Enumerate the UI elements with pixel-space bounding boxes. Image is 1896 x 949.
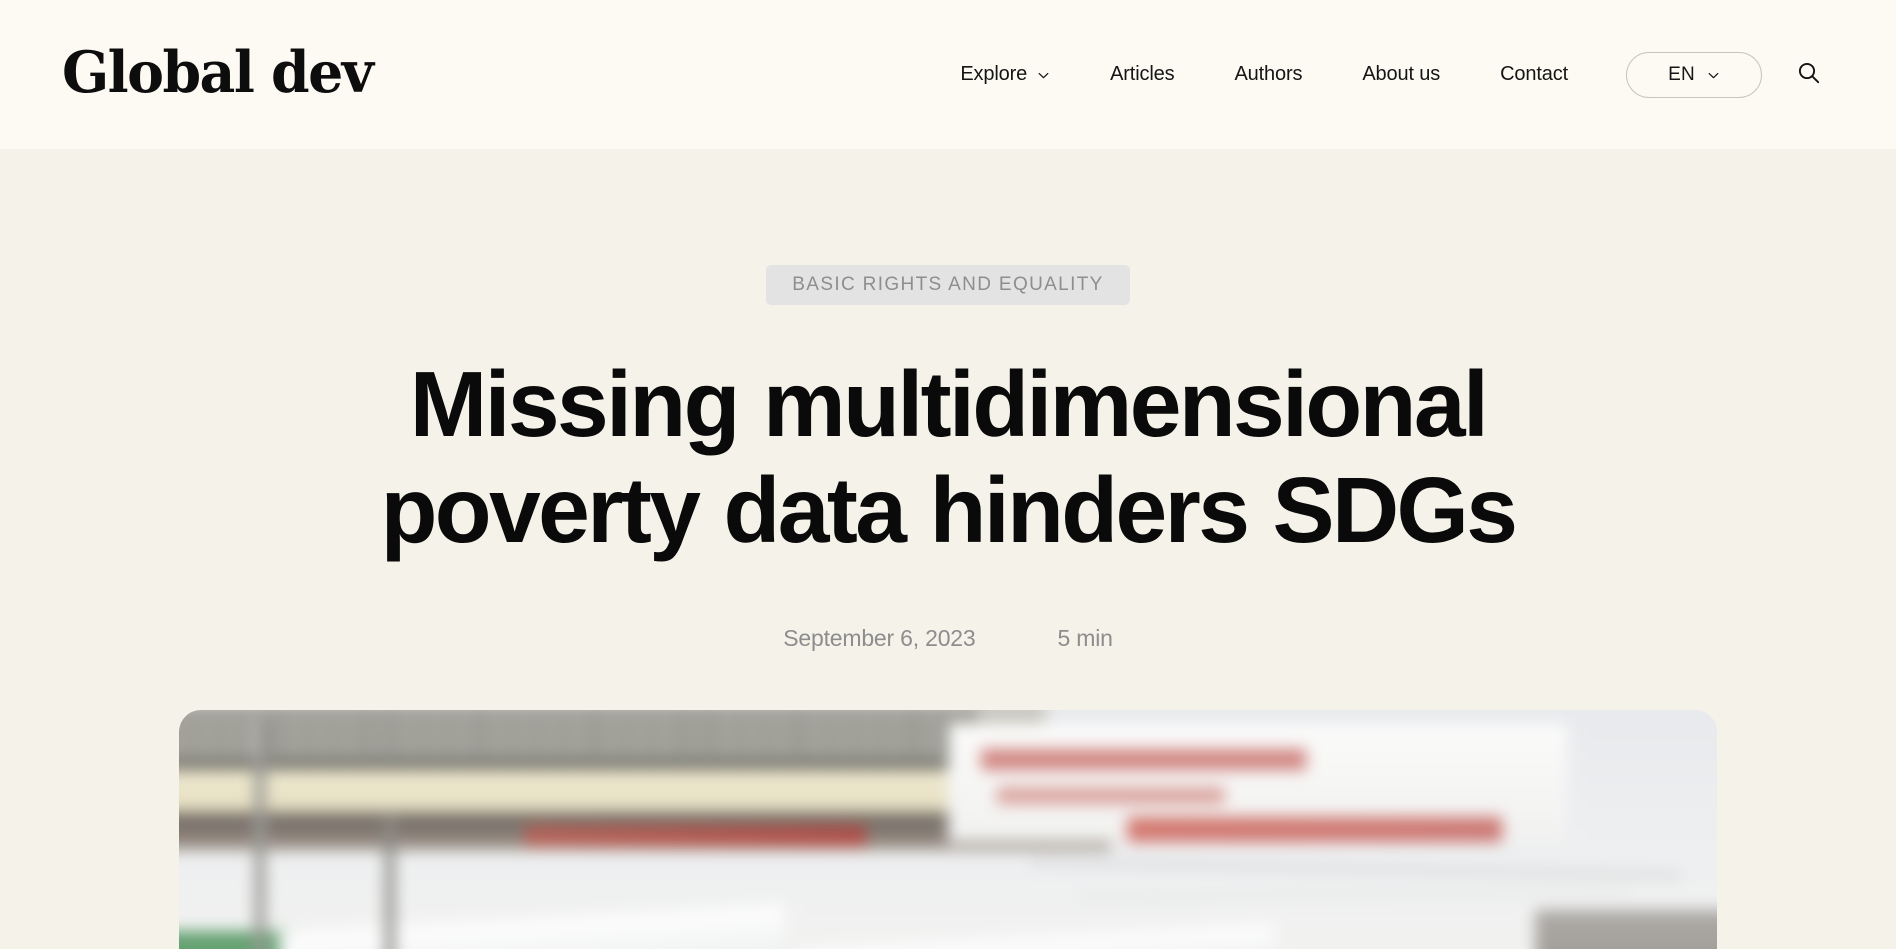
- hero-image: [179, 710, 1717, 949]
- nav-item-authors[interactable]: Authors: [1204, 53, 1332, 96]
- language-selector[interactable]: EN: [1626, 51, 1762, 98]
- category-badge[interactable]: BASIC RIGHTS AND EQUALITY: [766, 265, 1130, 305]
- nav-item-about-us[interactable]: About us: [1332, 53, 1470, 96]
- language-label: EN: [1668, 63, 1695, 85]
- article-title: Missing multidimensional poverty data hi…: [380, 352, 1518, 563]
- hero-image-canvas: [179, 710, 1717, 949]
- search-button[interactable]: [1782, 48, 1836, 102]
- nav-item-label: Explore: [960, 63, 1028, 85]
- nav-item-explore[interactable]: Explore: [930, 53, 1080, 96]
- publish-date: September 6, 2023: [783, 625, 976, 652]
- article-hero: BASIC RIGHTS AND EQUALITY Missing multid…: [0, 149, 1896, 949]
- nav-item-label: Contact: [1500, 63, 1568, 85]
- nav-item-articles[interactable]: Articles: [1080, 53, 1204, 96]
- nav-item-contact[interactable]: Contact: [1470, 53, 1598, 96]
- article-meta: September 6, 2023 5 min: [0, 625, 1896, 652]
- site-header: Global dev Explore Articles Authors Abou…: [0, 0, 1896, 149]
- nav-item-label: Authors: [1234, 63, 1303, 85]
- header-right-group: Explore Articles Authors About us Contac…: [382, 48, 1836, 102]
- nav-item-label: About us: [1362, 63, 1441, 85]
- main-navigation: Explore Articles Authors About us Contac…: [930, 53, 1598, 96]
- read-time: 5 min: [1057, 625, 1113, 652]
- chevron-down-icon: [1707, 69, 1720, 82]
- nav-item-label: Articles: [1110, 63, 1175, 85]
- search-icon: [1796, 60, 1822, 89]
- chevron-down-icon: [1037, 69, 1050, 82]
- site-logo[interactable]: Global dev: [62, 44, 374, 101]
